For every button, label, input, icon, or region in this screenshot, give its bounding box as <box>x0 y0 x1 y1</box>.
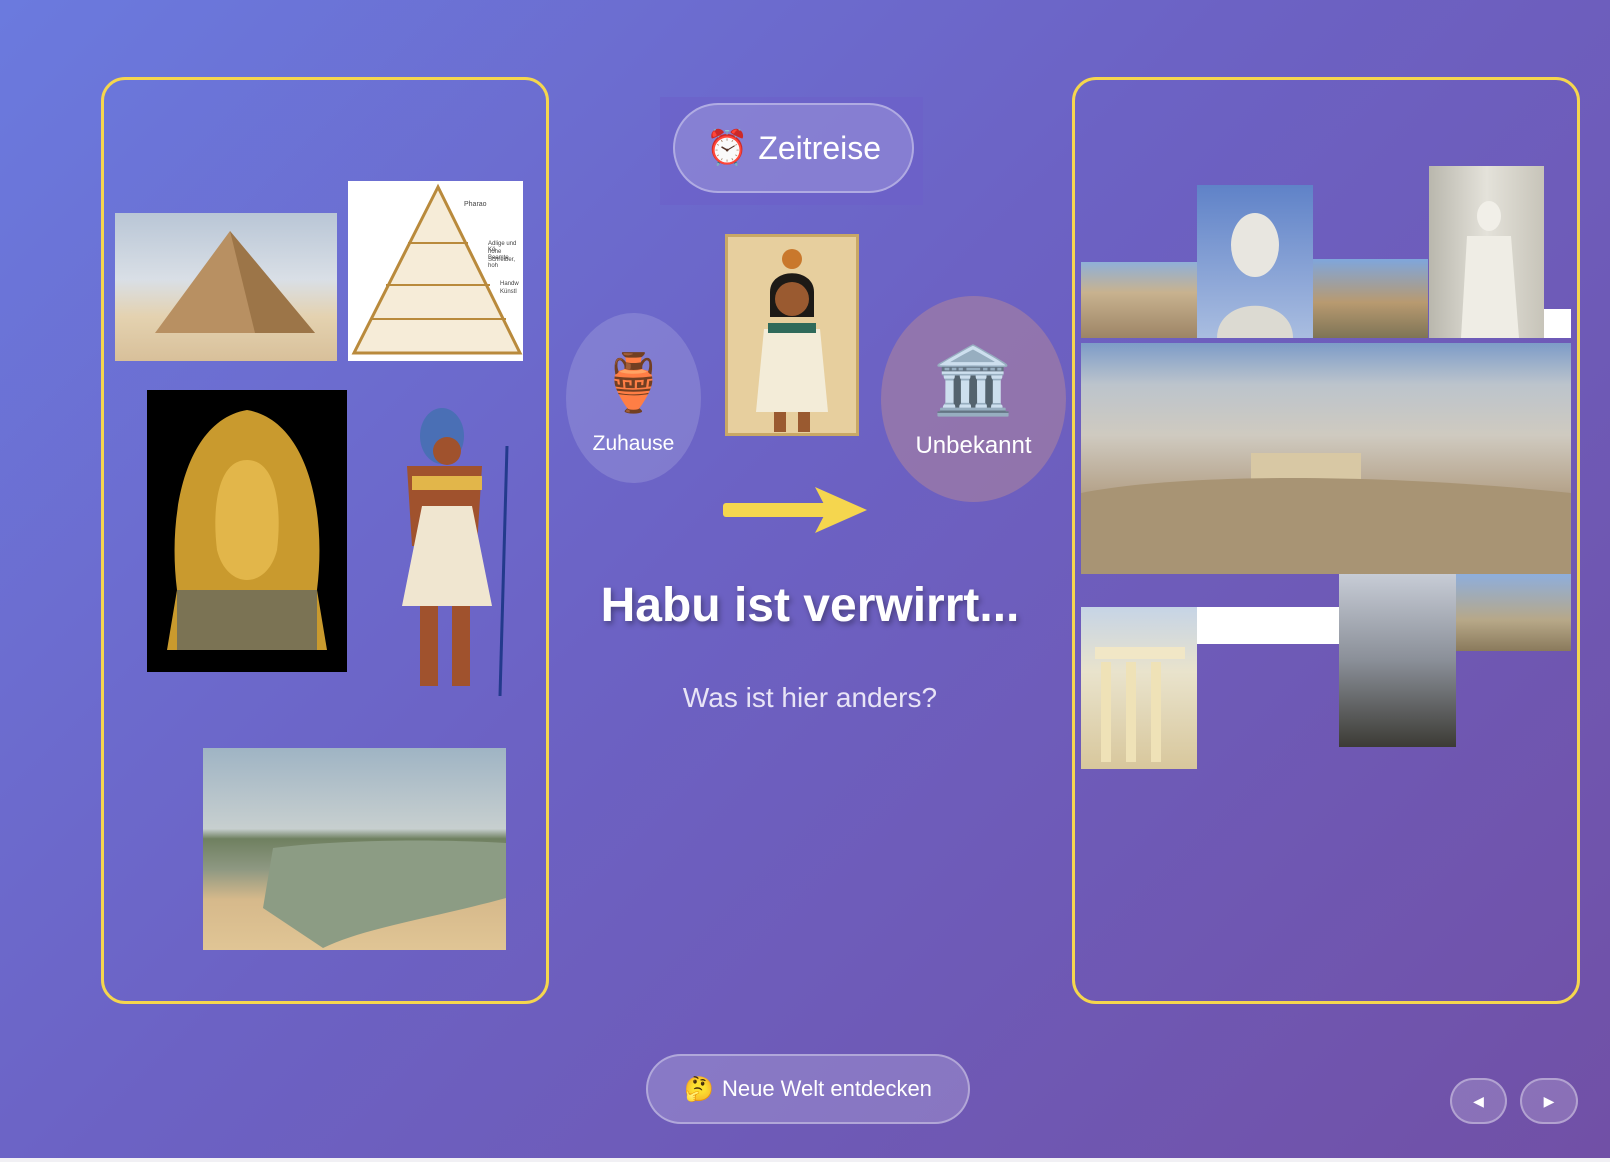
thinking-face-icon: 🤔 <box>684 1075 714 1103</box>
alarm-clock-icon: ⏰ <box>705 129 749 167</box>
habu-character-image <box>725 234 859 436</box>
label-handwerker: Handw <box>500 281 519 287</box>
greek-temple-ruins-photo <box>1313 259 1428 338</box>
nile-river-photo <box>203 748 506 950</box>
previous-button[interactable]: ◀ <box>1450 1078 1507 1124</box>
athena-bust-photo <box>1197 185 1313 338</box>
discover-new-world-button[interactable]: 🤔 Neue Welt entdecken <box>646 1054 970 1124</box>
home-label: Zuhause <box>592 432 675 455</box>
unknown-bubble: 🏛️ Unbekannt <box>881 296 1066 502</box>
white-gap-2 <box>1197 607 1339 644</box>
ancient-ruins-photo <box>1339 574 1456 747</box>
main-subtitle: Was ist hier anders? <box>682 682 938 713</box>
bottom-edge <box>0 1158 1610 1162</box>
triangle-right-icon: ▶ <box>1543 1092 1555 1109</box>
tutankhamun-mask-photo <box>147 390 347 672</box>
label-kuenstler: Künstl <box>500 289 517 295</box>
discover-label: Neue Welt entdecken <box>721 1076 932 1101</box>
triangle-left-icon: ◀ <box>1473 1092 1484 1109</box>
arrow-right-icon <box>723 487 867 533</box>
label-pharao: Pharao <box>464 201 487 208</box>
temple-columns-photo <box>1456 574 1571 651</box>
unknown-label: Unbekannt <box>915 432 1032 459</box>
pharaoh-illustration <box>382 396 521 712</box>
acropolis-athens-photo <box>1081 343 1571 574</box>
home-bubble: 🏺 Zuhause <box>566 313 701 483</box>
white-gap <box>1544 309 1571 338</box>
library-of-celsus-photo <box>1081 262 1197 338</box>
label-schreiber: Schreiber, hoh <box>488 257 516 269</box>
badge-label: Zeitreise <box>758 129 882 166</box>
greek-statue-photo <box>1429 166 1544 338</box>
pyramid-photo <box>115 213 337 361</box>
amphora-icon: 🏺 <box>598 351 669 414</box>
social-pyramid-diagram: Pharao Adlige und Kö hohe Beamte Schreib… <box>348 181 523 361</box>
zeitreise-badge: ⏰ Zeitreise <box>673 103 914 193</box>
temple-icon: 🏛️ <box>932 343 1015 417</box>
erechtheion-photo <box>1081 607 1197 769</box>
main-title: Habu ist verwirrt... <box>600 579 1020 632</box>
next-button[interactable]: ▶ <box>1520 1078 1578 1124</box>
